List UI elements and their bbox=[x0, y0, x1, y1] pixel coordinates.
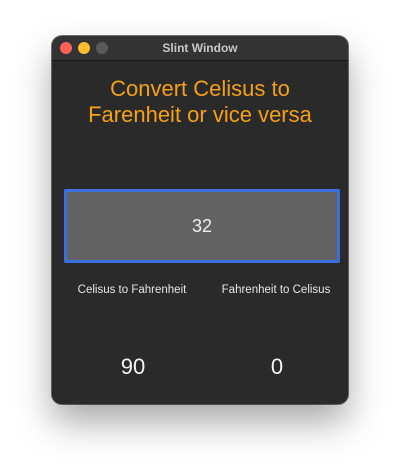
title-bar[interactable]: Slint Window bbox=[52, 36, 348, 61]
app-window: Slint Window Convert Celisus to Farenhei… bbox=[52, 36, 348, 404]
heading-line-1: Convert Celisus to bbox=[110, 76, 290, 101]
heading-line-2: Farenheit or vice versa bbox=[88, 102, 312, 127]
fahrenheit-to-celsius-label: Fahrenheit to Celisus bbox=[221, 284, 331, 296]
window-content: Convert Celisus to Farenheit or vice ver… bbox=[52, 61, 348, 404]
celsius-to-fahrenheit-label: Celisus to Fahrenheit bbox=[77, 284, 187, 296]
page-heading: Convert Celisus to Farenheit or vice ver… bbox=[52, 76, 348, 128]
temperature-input[interactable] bbox=[64, 189, 340, 263]
window-title: Slint Window bbox=[162, 41, 238, 55]
celsius-to-fahrenheit-result: 90 bbox=[120, 354, 146, 379]
fahrenheit-to-celsius-result: 0 bbox=[270, 354, 284, 379]
